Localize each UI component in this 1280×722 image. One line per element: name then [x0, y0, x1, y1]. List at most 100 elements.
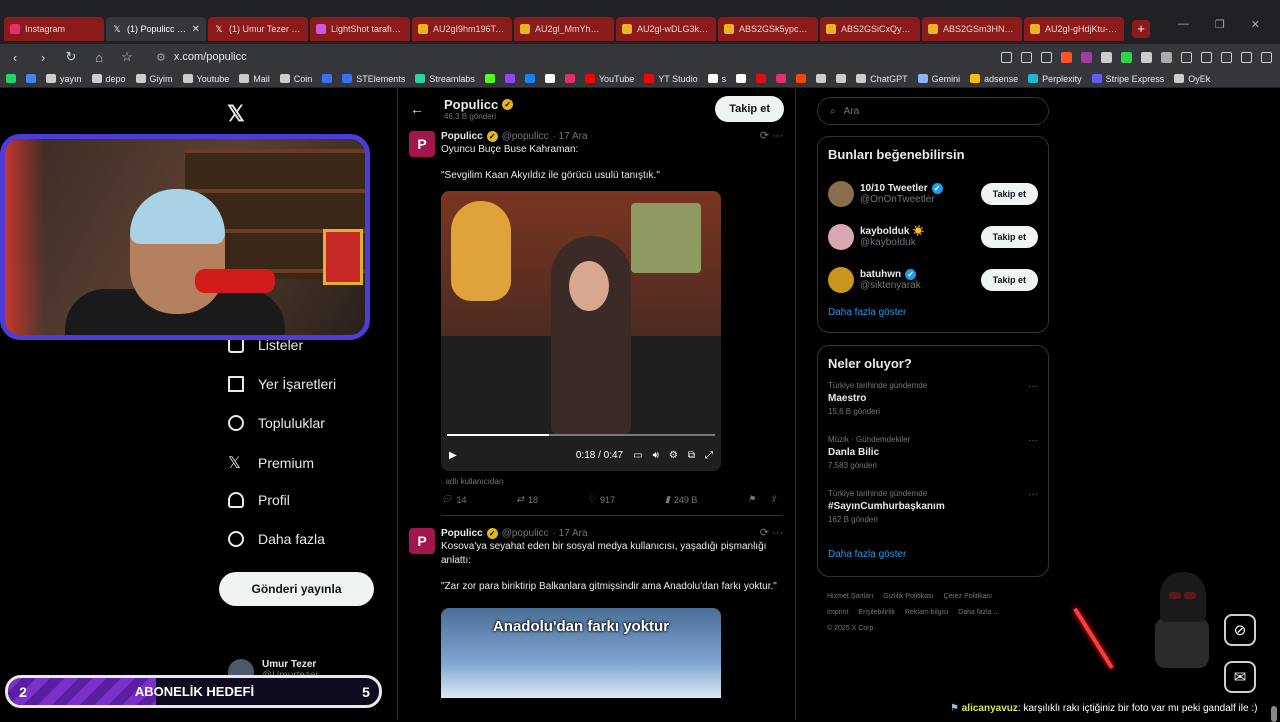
settings-icon[interactable]: ⚙ [669, 450, 678, 461]
volume-icon[interactable]: 🔊︎ [653, 450, 659, 461]
show-more-link[interactable]: Daha fazla göster [828, 307, 1038, 318]
bookmark-item[interactable]: Youtube [182, 74, 229, 84]
nav-communities[interactable]: Topluluklar [228, 415, 325, 431]
close-window-icon[interactable]: ✕ [1251, 18, 1260, 31]
bookmark-item[interactable]: Gemini [917, 74, 960, 84]
back-arrow-icon[interactable]: ← [410, 101, 424, 117]
avatar[interactable] [828, 223, 854, 250]
browser-tab[interactable]: 𝕏 (1) Umur Tezer (@U [208, 17, 308, 41]
bookmark-page-icon[interactable] [1041, 51, 1052, 63]
follow-button[interactable]: Takip et [980, 225, 1038, 248]
bookmark-item[interactable] [836, 74, 847, 83]
avatar[interactable]: P [409, 528, 435, 554]
bookmark-icon[interactable]: ⚑ [747, 494, 755, 505]
browser-tab[interactable]: AU2gl-wDLG3kKpf [616, 17, 716, 41]
footer-link[interactable]: Imprint [827, 609, 848, 616]
video-progress-bar[interactable] [447, 434, 715, 436]
bookmark-item[interactable] [564, 74, 575, 83]
site-info-icon[interactable]: ⚙ [156, 51, 166, 64]
bookmark-item[interactable] [322, 74, 333, 83]
search-input[interactable]: ⌕ Ara [817, 97, 1049, 125]
bookmark-item[interactable]: Mail [239, 74, 270, 84]
avatar[interactable] [828, 180, 854, 207]
nav-premium[interactable]: 𝕏 Premium [228, 453, 314, 473]
bookmark-item[interactable] [26, 74, 36, 83]
suggestion-row[interactable]: batuhwn ✓ @siktenyarak Takip et [828, 258, 1038, 301]
footer-link[interactable]: Hizmet Şartları [827, 593, 873, 600]
minimize-icon[interactable]: — [1178, 18, 1189, 31]
bookmark-item[interactable] [524, 74, 535, 83]
bookmark-item[interactable] [816, 74, 827, 83]
like-button[interactable]: ♡ 917 [588, 494, 615, 505]
tweet-date[interactable]: · 17 Ara [553, 528, 588, 539]
trend-more-icon[interactable]: ··· [1028, 489, 1038, 500]
bookmark-item[interactable] [504, 74, 515, 83]
bookmark-star-icon[interactable]: ☆ [120, 49, 134, 65]
brave-rewards-icon[interactable] [1081, 51, 1092, 63]
download-icon[interactable] [1181, 51, 1192, 63]
bookmark-item[interactable]: STElements [342, 74, 405, 84]
bookmark-item[interactable]: yayın [46, 74, 82, 84]
tweet-more-icon[interactable]: ⟳ ··· [760, 526, 783, 539]
video-source[interactable]: . adlı kullanıcıdan [441, 477, 783, 486]
bookmark-item[interactable]: adsense [970, 74, 1018, 84]
browser-tab[interactable]: ABS2GSk5ypc19uv [718, 17, 818, 41]
back-icon[interactable]: ‹ [8, 50, 22, 65]
tweet-author[interactable]: Populicc [441, 131, 483, 142]
bookmark-item[interactable]: Coin [279, 74, 312, 84]
bookmark-item[interactable]: Stripe Express [1091, 74, 1164, 84]
bookmark-item[interactable]: OyEk [1174, 74, 1210, 84]
new-tab-button[interactable]: + [1132, 20, 1150, 38]
suggestion-name[interactable]: 10/10 Tweetler [860, 183, 928, 194]
tweet-author[interactable]: Populicc [441, 528, 483, 539]
follow-button[interactable]: Takip et [980, 268, 1038, 291]
tweet-more-icon[interactable]: ⟳ ··· [760, 129, 783, 142]
url-field[interactable]: ⚙ x.com/populicc [156, 47, 987, 67]
brave-shield-icon[interactable] [1061, 51, 1072, 63]
menu-icon[interactable] [1261, 51, 1272, 63]
footer-link[interactable]: Çerez Politikası [943, 593, 992, 600]
browser-tab[interactable]: 𝕏 (1) Populicc (@p ✕ [106, 17, 206, 41]
bookmark-item[interactable]: depo [91, 74, 126, 84]
bookmark-item[interactable] [736, 74, 747, 83]
puzzle-icon[interactable] [1161, 51, 1172, 63]
vpn-icon[interactable] [1241, 51, 1252, 63]
bookmark-item[interactable]: Giyim [135, 74, 173, 84]
tweet[interactable]: P Populicc ✓ @populicc · 17 Ara ⟳ ··· Oy… [398, 129, 795, 516]
play-icon[interactable]: ▶ [449, 450, 457, 461]
browser-tab[interactable]: AU2gI9hm196Ts5b [412, 17, 512, 41]
extension-icon-3[interactable] [1141, 51, 1152, 63]
messages-icon[interactable]: ✉ [1224, 661, 1256, 693]
x-logo-icon[interactable]: 𝕏 [227, 101, 245, 127]
tweet[interactable]: P Populicc ✓ @populicc · 17 Ara ⟳ ··· Ko… [398, 526, 795, 698]
video-player[interactable]: ▶ 0:18 / 0:47 ▭ 🔊︎ ⚙ ⧉ ⤢ [441, 191, 721, 471]
fullscreen-icon[interactable]: ⤢ [705, 450, 713, 461]
trend-item[interactable]: Türkiye tarihinde gündemde Maestro 15,6 B … [828, 381, 1038, 435]
follow-button[interactable]: Takip et [715, 96, 784, 122]
sidebar-icon[interactable] [1201, 51, 1212, 63]
footer-link[interactable]: Daha fazla ... [958, 609, 999, 616]
bookmark-item[interactable] [6, 74, 16, 83]
avatar[interactable] [828, 266, 854, 293]
footer-link[interactable]: Reklam bilgisi [905, 609, 948, 616]
trend-item[interactable]: Müzik · Gündemdekiler Danla Bilic 7.583 gö… [828, 435, 1038, 489]
video-player[interactable]: Anadolu'dan farkı yoktur [441, 608, 721, 698]
bookmark-item[interactable] [776, 74, 787, 83]
reply-button[interactable]: 💬︎ 14 [441, 494, 466, 505]
browser-tab[interactable]: ABS2GSm3HN2pfj [922, 17, 1022, 41]
suggestion-name[interactable]: kaybolduk ☀️ [860, 226, 925, 237]
trend-more-icon[interactable]: ··· [1028, 435, 1038, 446]
wallet-icon[interactable] [1221, 51, 1232, 63]
browser-tab[interactable]: LightShot tarafında [310, 17, 410, 41]
reload-icon[interactable]: ↻ [64, 49, 78, 65]
footer-link[interactable]: Gizlilik Politikası [883, 593, 933, 600]
browser-tab[interactable]: AU2gl_MmYhWxzL [514, 17, 614, 41]
share-icon[interactable]: ⇪ [769, 494, 777, 505]
bookmark-item[interactable]: s [707, 74, 726, 84]
bookmark-item[interactable] [484, 74, 495, 83]
nav-bookmarks[interactable]: Yer İşaretleri [228, 376, 336, 392]
suggestion-name[interactable]: batuhwn [860, 269, 901, 280]
bookmark-item[interactable] [756, 74, 767, 83]
follow-button[interactable]: Takip et [980, 182, 1038, 205]
bookmark-item[interactable] [796, 74, 807, 83]
